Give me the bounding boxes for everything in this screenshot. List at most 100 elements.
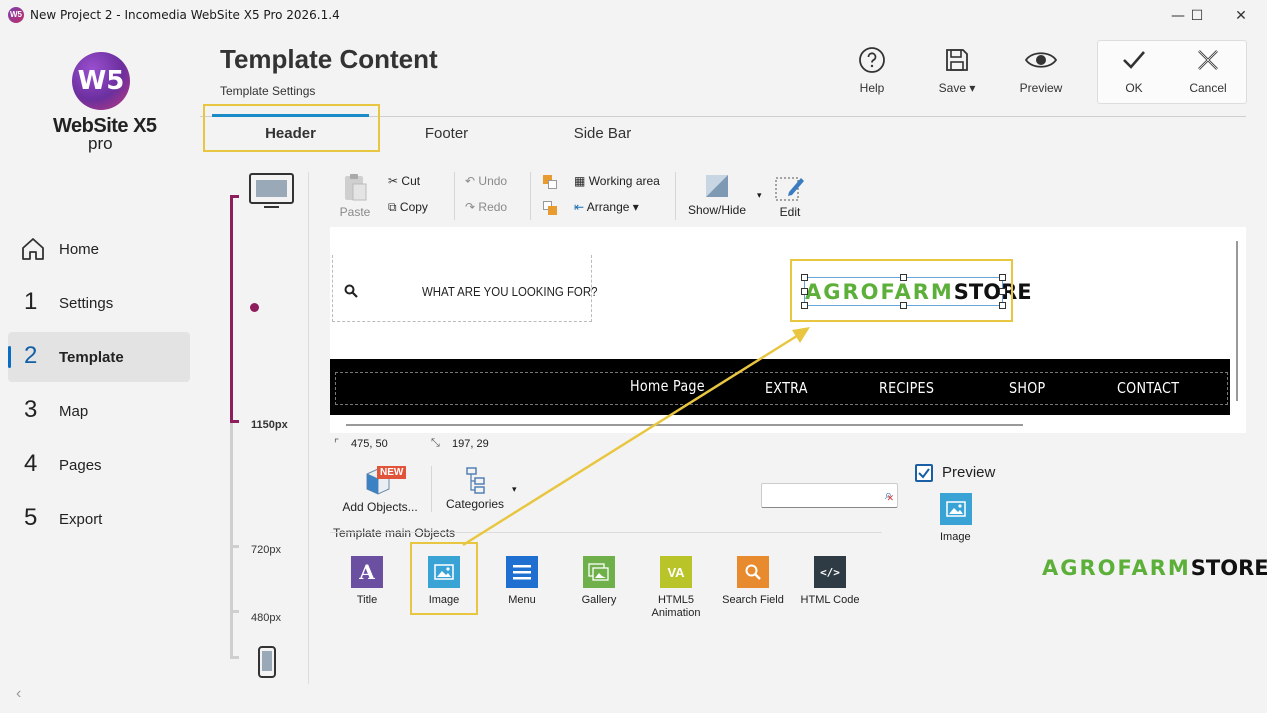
preview-image-icon (940, 493, 972, 525)
nav-item-export[interactable]: 5 Export (8, 494, 190, 544)
object-label: HTML5 Animation (651, 594, 701, 619)
collapse-sidebar-button[interactable]: ‹ (16, 685, 21, 703)
mobile-icon[interactable] (257, 645, 277, 679)
nav-label-settings: Settings (59, 295, 114, 312)
object-html5-animation[interactable]: VA HTML5 Animation (641, 556, 711, 620)
toolbar-separator (454, 172, 455, 220)
breakpoint-label-1150[interactable]: 1150px (251, 419, 288, 431)
x-icon (1198, 50, 1218, 70)
template-canvas[interactable]: WHAT ARE YOU LOOKING FOR? AGROFARMSTORE … (330, 227, 1246, 433)
window-title: New Project 2 - Incomedia WebSite X5 Pro… (30, 8, 340, 22)
add-objects-label: Add Objects... (342, 500, 418, 514)
page-title: Template Content (220, 44, 438, 74)
nav-item-home[interactable]: Home (8, 224, 190, 274)
nav-label-pages: Pages (59, 457, 102, 474)
preview-image-label: Image (940, 531, 971, 543)
nav-item-map[interactable]: 3 Map (8, 386, 190, 436)
preview-button[interactable]: Preview (1018, 46, 1064, 95)
breakpoint-label-480[interactable]: 480px (251, 612, 281, 624)
preview-logo-image: AGROFARMSTORE (1042, 556, 1267, 581)
show-hide-button[interactable]: Show/Hide (688, 174, 746, 217)
object-menu[interactable]: Menu (487, 556, 557, 606)
working-area-button[interactable]: ▦ Working area (574, 174, 660, 188)
paste-button[interactable]: Paste (338, 172, 372, 219)
clear-x-icon[interactable]: ✕ (886, 493, 894, 504)
arrange-dropdown[interactable]: ⇤ Arrange ▾ (574, 200, 639, 214)
ruler-tick (230, 545, 239, 548)
save-icon (946, 49, 968, 71)
preview-checkbox[interactable] (915, 464, 933, 482)
page-subtitle: Template Settings (220, 84, 316, 98)
object-html-code[interactable]: </> HTML Code (795, 556, 865, 606)
tab-footer[interactable]: Footer (368, 125, 525, 153)
nav-number: 3 (24, 396, 38, 423)
send-backward-icon[interactable] (543, 201, 557, 215)
ok-button[interactable]: OK (1112, 46, 1156, 95)
nav-item-settings[interactable]: 1 Settings (8, 278, 190, 328)
copy-button[interactable]: ⧉ Copy (388, 200, 428, 215)
status-bar: ⌜ 475, 50 ⤡ 197, 29 (330, 433, 1246, 455)
object-label: Gallery (581, 594, 617, 606)
show-hide-dropdown[interactable]: ▾ (757, 190, 762, 201)
menu-item-contact: CONTACT (1117, 379, 1180, 397)
help-icon (859, 47, 885, 73)
canvas-vertical-scrollbar[interactable] (1236, 241, 1238, 401)
chevron-down-icon[interactable]: ▾ (512, 484, 517, 495)
size-icon: ⤡ (431, 437, 440, 449)
categories-icon (466, 467, 485, 494)
app-icon: W5 (8, 7, 24, 23)
redo-label: Redo (478, 200, 508, 214)
nav-item-template[interactable]: 2 Template (8, 332, 190, 382)
help-label: Help (859, 81, 885, 95)
redo-button[interactable]: ↷ Redo (465, 200, 507, 214)
categories-dropdown[interactable]: Categories (446, 466, 504, 511)
help-button[interactable]: Help (850, 46, 894, 95)
object-title[interactable]: A Title (332, 556, 402, 606)
tab-header-highlight (203, 104, 380, 152)
maximize-button[interactable]: ☐ (1174, 0, 1220, 32)
nav-item-pages[interactable]: 4 Pages (8, 440, 190, 490)
object-label: Search Field (722, 594, 784, 606)
brand-edition: pro (88, 134, 113, 153)
nav-number: 2 (24, 342, 38, 369)
gallery-object-icon (583, 556, 615, 588)
cancel-button[interactable]: Cancel (1186, 46, 1230, 95)
ruler-handle[interactable] (250, 303, 259, 312)
object-search-input[interactable]: ⌕ ✕ (761, 483, 898, 508)
section-divider (330, 532, 882, 533)
object-search-field[interactable]: Search Field (718, 556, 788, 606)
divider (431, 466, 432, 512)
toolbar-separator (530, 172, 531, 220)
checkmark-icon (918, 468, 930, 479)
canvas-horizontal-scrollbar[interactable] (346, 424, 1023, 426)
edit-button[interactable]: Edit (775, 174, 805, 219)
save-button[interactable]: Save ▾ (934, 46, 980, 95)
tab-side-bar[interactable]: Side Bar (524, 125, 681, 153)
nav-label-home: Home (59, 241, 100, 258)
logo-highlight-box (790, 259, 1013, 322)
redo-icon: ↷ (465, 200, 476, 214)
cut-button[interactable]: ✂ Cut (388, 174, 420, 188)
image-object-highlight (410, 542, 478, 615)
undo-button[interactable]: ↶ Undo (465, 174, 507, 188)
preview-checkbox-label: Preview (942, 464, 996, 481)
search-field-object-icon (737, 556, 769, 588)
close-window-button[interactable]: ✕ (1218, 0, 1264, 32)
desktop-icon[interactable] (248, 172, 296, 210)
ruler-active-segment (230, 195, 233, 423)
canvas-search-placeholder: WHAT ARE YOU LOOKING FOR? (422, 284, 598, 299)
object-gallery[interactable]: Gallery (564, 556, 634, 606)
paste-label: Paste (339, 205, 371, 219)
undo-icon: ↶ (465, 174, 476, 188)
clipboard-icon (345, 174, 367, 201)
eye-icon (1024, 52, 1058, 68)
animation-object-icon: VA (660, 556, 692, 588)
size-readout: 197, 29 (452, 438, 489, 450)
breakpoint-label-720[interactable]: 720px (251, 544, 281, 556)
bring-forward-icon[interactable] (543, 175, 557, 189)
ruler-inactive-segment (230, 423, 233, 658)
cancel-label: Cancel (1189, 81, 1227, 95)
position-icon: ⌜ (334, 438, 340, 450)
copy-label: Copy (399, 200, 428, 214)
menu-item-shop: SHOP (1009, 379, 1046, 397)
